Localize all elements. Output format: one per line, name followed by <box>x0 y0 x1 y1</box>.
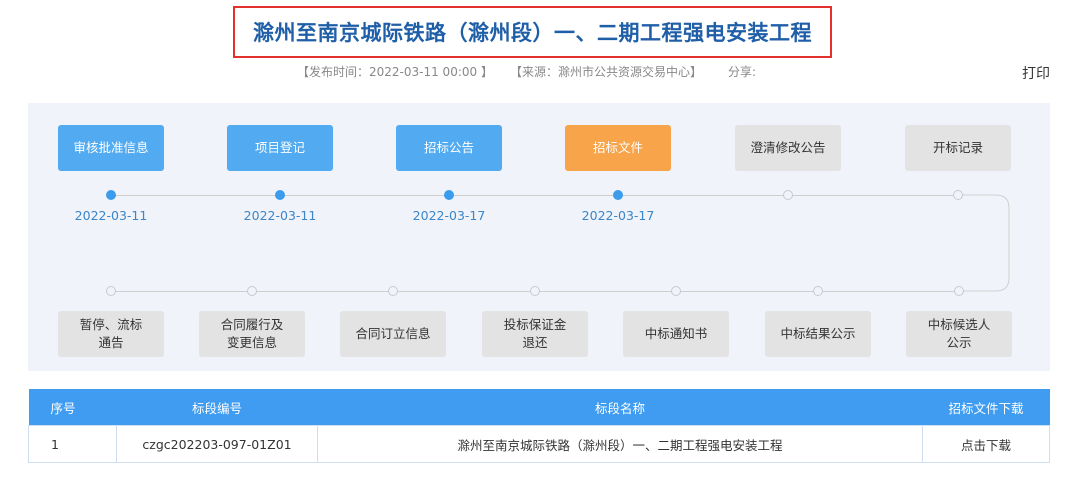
share-label[interactable]: 分享: <box>728 63 756 80</box>
flow-node-bottom-4 <box>530 286 540 296</box>
flow-step-bottom-1[interactable]: 暂停、流标 通告 <box>58 311 164 357</box>
process-flow: 审核批准信息 2022-03-11 项目登记 2022-03-11 招标公告 2022-0… <box>28 103 1050 371</box>
flow-step-bottom-4[interactable]: 投标保证金 退还 <box>482 311 588 357</box>
flow-node-bottom-3 <box>388 286 398 296</box>
flow-node-top-4 <box>613 190 623 200</box>
title-highlight-box: 滁州至南京城际铁路（滁州段）一、二期工程强电安装工程 <box>233 6 832 58</box>
flow-step-top-2[interactable]: 项目登记 <box>227 125 333 171</box>
col-header-index: 序号 <box>28 389 117 426</box>
flow-node-top-2 <box>275 190 285 200</box>
cell-index: 1 <box>28 425 117 463</box>
flow-node-bottom-6 <box>813 286 823 296</box>
flow-node-bottom-2 <box>247 286 257 296</box>
cell-name: 滁州至南京城际铁路（滁州段）一、二期工程强电安装工程 <box>317 425 923 463</box>
flow-step-date-4: 2022-03-17 <box>581 208 655 223</box>
col-header-download: 招标文件下载 <box>922 389 1050 426</box>
flow-step-bottom-3[interactable]: 合同订立信息 <box>340 311 446 357</box>
cell-code: czgc202203-097-01Z01 <box>116 425 318 463</box>
flow-node-bottom-5 <box>671 286 681 296</box>
flow-step-top-4[interactable]: 招标文件 <box>565 125 671 171</box>
source-info: 【来源：滁州市公共资源交易中心】 <box>510 65 703 79</box>
table-row: 1 czgc202203-097-01Z01 滁州至南京城际铁路（滁州段）一、二… <box>28 425 1050 463</box>
print-button[interactable]: 打印 <box>1022 63 1050 83</box>
flow-step-date-3: 2022-03-17 <box>412 208 486 223</box>
meta-bar: 【发布时间：2022-03-11 00:00 】 【来源：滁州市公共资源交易中心… <box>0 63 1080 81</box>
flow-step-top-1[interactable]: 审核批准信息 <box>58 125 164 171</box>
flow-step-bottom-7[interactable]: 中标候选人 公示 <box>906 311 1012 357</box>
flow-node-top-5 <box>783 190 793 200</box>
flow-step-date-1: 2022-03-11 <box>74 208 148 223</box>
flow-node-top-1 <box>106 190 116 200</box>
flow-step-top-6[interactable]: 开标记录 <box>905 125 1011 171</box>
flow-node-bottom-1 <box>106 286 116 296</box>
flow-node-bottom-7 <box>954 286 964 296</box>
col-header-name: 标段名称 <box>317 389 923 426</box>
bid-section-table: 序号 标段编号 标段名称 招标文件下载 1 czgc202203-097-01Z… <box>28 389 1050 463</box>
flow-step-top-3[interactable]: 招标公告 <box>396 125 502 171</box>
flow-step-bottom-5[interactable]: 中标通知书 <box>623 311 729 357</box>
flow-step-date-2: 2022-03-11 <box>243 208 317 223</box>
download-link[interactable]: 点击下载 <box>922 425 1050 463</box>
col-header-code: 标段编号 <box>116 389 318 426</box>
flow-step-bottom-6[interactable]: 中标结果公示 <box>765 311 871 357</box>
flow-node-top-3 <box>444 190 454 200</box>
page-title: 滁州至南京城际铁路（滁州段）一、二期工程强电安装工程 <box>253 21 812 45</box>
flow-step-bottom-2[interactable]: 合同履行及 变更信息 <box>199 311 305 357</box>
publish-time: 【发布时间：2022-03-11 00:00 】 <box>297 65 493 79</box>
flow-node-top-6 <box>953 190 963 200</box>
flow-step-top-5[interactable]: 澄清修改公告 <box>735 125 841 171</box>
flow-line-top <box>111 195 959 196</box>
